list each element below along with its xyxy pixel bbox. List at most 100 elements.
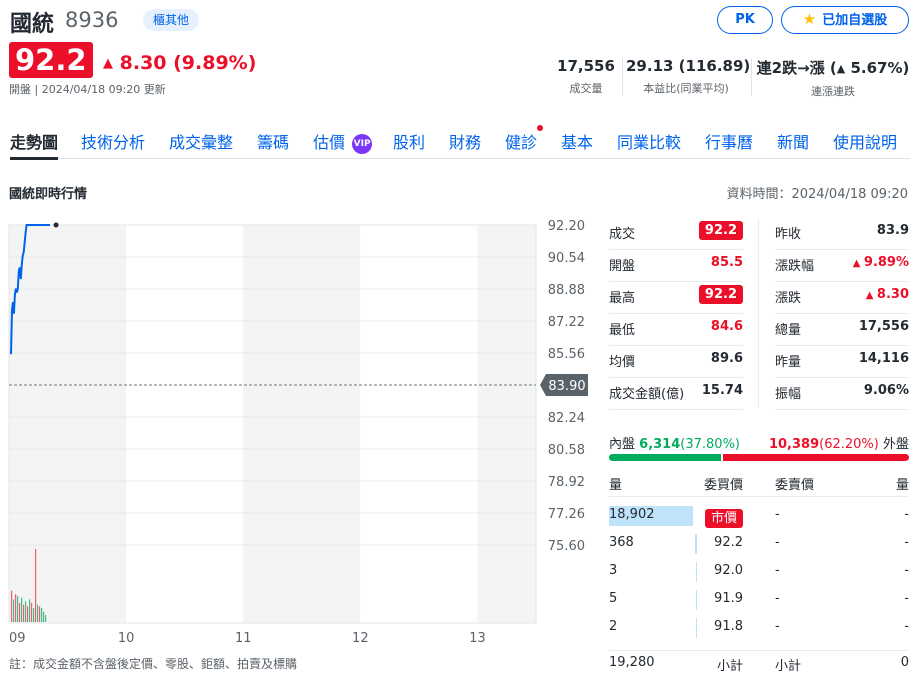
- pk-button[interactable]: PK: [717, 6, 773, 34]
- volume-bar: [43, 611, 45, 622]
- inner-bar: [609, 454, 721, 461]
- watchlist-button[interactable]: ★ 已加自選股: [781, 6, 909, 34]
- book-ask-price: -: [775, 619, 780, 634]
- book-bid-price: 91.8: [714, 619, 743, 634]
- y-tick-label: 75.60: [548, 539, 585, 554]
- session-band: [477, 225, 536, 623]
- quote-value: 14,116: [858, 351, 909, 366]
- volume-bar: [45, 615, 47, 622]
- updated-time: 2024/04/18 09:20 更新: [41, 83, 166, 96]
- session-band: [243, 225, 361, 623]
- tab-bar: 走勢圖 技術分析 成交彙整 籌碼 估價 VIP 股利 財務 健診 基本 同業比較…: [10, 125, 910, 160]
- volume-bar: [41, 608, 43, 622]
- session-band: [126, 225, 244, 623]
- book-bid-vol: 18,902: [609, 507, 655, 522]
- quote-value: ▲ 9.89%: [852, 255, 909, 270]
- quote-label: 昨收: [775, 227, 802, 242]
- book-ask-price: -: [775, 563, 780, 578]
- tab-health[interactable]: 健診: [505, 125, 544, 153]
- tab-peer[interactable]: 同業比較: [617, 129, 681, 153]
- row-divider: [775, 409, 909, 410]
- x-tick-label: 11: [235, 631, 252, 646]
- row-divider: [775, 249, 909, 250]
- book-bid-price: 91.9: [714, 591, 743, 606]
- row-divider: [775, 345, 909, 346]
- tab-dividend[interactable]: 股利: [393, 129, 425, 153]
- stat-value: 29.13 (116.89): [626, 57, 751, 75]
- tab-help[interactable]: 使用說明: [833, 129, 897, 153]
- quote-label: 漲跌: [775, 291, 802, 306]
- tab-valuation[interactable]: 估價 VIP: [313, 129, 373, 154]
- volume-bar: [31, 602, 33, 622]
- book-subtotal: 0: [900, 655, 909, 670]
- x-tick-label: 09: [9, 631, 26, 646]
- stat-label: 連漲連跌: [811, 85, 855, 98]
- tab-chips[interactable]: 籌碼: [257, 129, 289, 153]
- quote-value: 17,556: [858, 319, 909, 334]
- volume-bar: [15, 594, 17, 622]
- bid-volume-bar: [696, 618, 697, 638]
- book-ask-vol: -: [904, 619, 909, 634]
- volume-bar: [33, 608, 35, 622]
- tab-technical[interactable]: 技術分析: [81, 129, 145, 153]
- up-arrow-icon: ▲: [103, 56, 113, 71]
- volume-bar: [37, 604, 39, 622]
- x-tick-label: 13: [469, 631, 486, 646]
- up-arrow-icon: ▲: [836, 62, 846, 75]
- volume-bar: [13, 599, 15, 622]
- quote-label: 最高: [609, 291, 636, 306]
- x-tick-label: 10: [118, 631, 135, 646]
- quote-value: ▲ 8.30: [865, 287, 909, 302]
- book-bid-price: 92.2: [714, 535, 743, 550]
- book-subtotal: 19,280: [609, 655, 655, 670]
- watchlist-label: 已加自選股: [822, 13, 888, 28]
- stat-volume: 17,556 成交量: [555, 57, 617, 96]
- row-divider: [775, 313, 909, 314]
- outer-value: 10,389: [768, 437, 820, 452]
- book-ask-vol: -: [904, 563, 909, 578]
- session-band: [9, 225, 127, 623]
- notification-dot: [537, 125, 544, 131]
- row-divider: [775, 377, 909, 378]
- quote-value: 84.6: [710, 319, 743, 334]
- market-badge[interactable]: 櫃其他: [143, 9, 200, 31]
- quote-label: 漲跌幅: [775, 259, 815, 274]
- outer-label: 外盤: [882, 437, 909, 452]
- quote-label: 成交: [609, 227, 636, 242]
- book-header: 量: [895, 478, 909, 493]
- price-change-value: 8.30 (9.89%): [119, 52, 257, 74]
- quote-value: 89.6: [710, 351, 743, 366]
- intraday-chart[interactable]: 92.20 90.54 88.88 87.22 85.56 82.24 80.58 78.92…: [0, 215, 595, 655]
- volume-bar: [27, 606, 29, 622]
- volume-bar: [23, 604, 25, 622]
- tab-news[interactable]: 新聞: [777, 129, 809, 153]
- tab-calendar[interactable]: 行事曆: [705, 129, 753, 153]
- volume-bar: [19, 602, 21, 622]
- tab-trades[interactable]: 成交彙整: [169, 129, 233, 153]
- y-tick-label: 87.22: [548, 315, 585, 330]
- stock-name: 國統: [10, 12, 55, 37]
- book-ask-price: -: [775, 591, 780, 606]
- book-header: 委賣價: [775, 478, 815, 493]
- row-divider: [609, 345, 743, 346]
- y-tick-label: 80.58: [548, 443, 585, 458]
- tab-trend[interactable]: 走勢圖: [10, 129, 59, 160]
- book-bid-price: 市價: [704, 507, 743, 528]
- stock-code: 8936: [65, 8, 119, 32]
- book-header: 量: [609, 478, 623, 493]
- quote-value: 15.74: [701, 383, 743, 398]
- tab-basic[interactable]: 基本: [561, 129, 593, 153]
- row-divider: [609, 249, 743, 250]
- quote-value: 92.2: [698, 221, 743, 240]
- inner-label: 內盤: [609, 437, 636, 452]
- volume-bar: [35, 549, 37, 622]
- quote-label: 開盤: [609, 259, 636, 274]
- volume-bar: [39, 606, 41, 622]
- tab-financial[interactable]: 財務: [449, 129, 481, 153]
- quote-label: 總量: [775, 323, 802, 338]
- update-time: 開盤 | 2024/04/18 09:20 更新: [9, 83, 166, 96]
- book-header: 委買價: [703, 478, 743, 493]
- inner-volume: 內盤 6,314(37.80%): [609, 433, 740, 452]
- row-divider: [609, 650, 909, 651]
- volume-bar: [25, 601, 27, 622]
